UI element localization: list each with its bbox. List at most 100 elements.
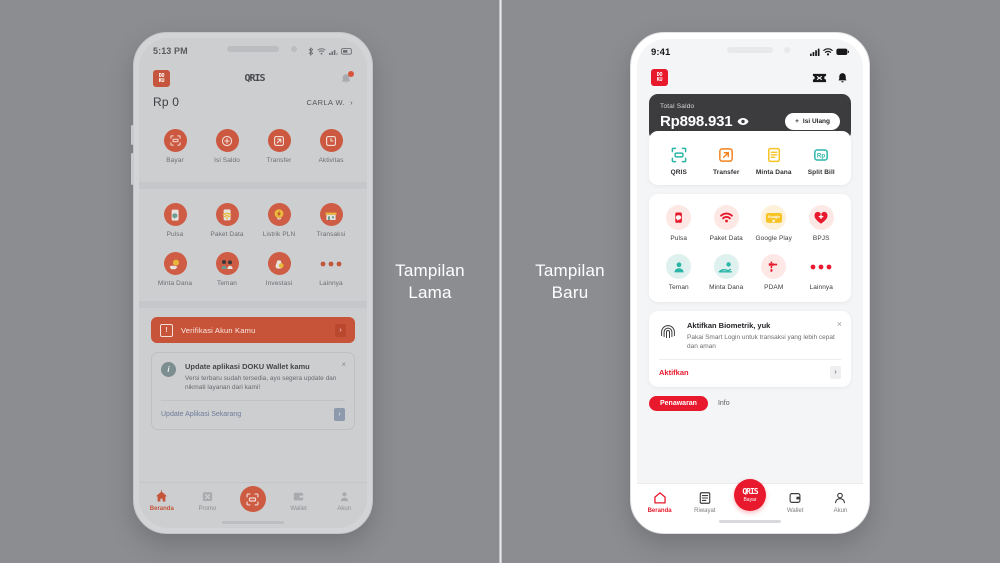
info-icon: i — [161, 362, 176, 377]
update-app-card: × i Update aplikasi DOKU Wallet kamu Ver… — [151, 352, 355, 430]
quick-action-minta-dana[interactable]: Minta Dana — [750, 145, 798, 176]
old-quick-action-isi-saldo[interactable]: Isi Saldo — [201, 129, 253, 164]
old-service-pulsa[interactable]: Pulsa — [149, 203, 201, 238]
old-nav-label: Wallet — [290, 506, 307, 512]
chevron-right-icon[interactable]: › — [335, 323, 346, 337]
old-service-label: Minta Dana — [157, 280, 193, 287]
service-google-play[interactable]: Google Google Play — [750, 205, 798, 242]
old-service-listrik-pln[interactable]: Listrik PLN — [253, 203, 305, 238]
service-pdam[interactable]: PDAM — [750, 254, 798, 291]
service-teman[interactable]: Teman — [655, 254, 703, 291]
old-nav-beranda[interactable]: Beranda — [139, 490, 185, 512]
service-lainnya[interactable]: Lainnya — [798, 254, 846, 291]
old-service-label: Transaksi — [316, 231, 346, 238]
tab-penawaran[interactable]: Penawaran — [649, 396, 708, 411]
old-quick-action-transfer[interactable]: Transfer — [253, 129, 305, 164]
invoice-icon — [764, 145, 783, 164]
old-service-investasi[interactable]: Investasi — [253, 252, 305, 287]
old-quick-action-aktivitas[interactable]: Aktivitas — [305, 129, 357, 164]
new-nav-beranda[interactable]: Beranda — [637, 491, 682, 514]
qris-logo-icon[interactable]: QRIS — [244, 73, 265, 84]
biometric-title: Aktifkan Biometrik, yuk — [687, 321, 771, 330]
quick-action-qris[interactable]: QRIS — [655, 145, 703, 176]
eye-icon[interactable] — [737, 117, 749, 126]
google-play-icon: Google — [761, 205, 787, 230]
hand-coin-icon — [163, 252, 187, 275]
notification-bell-icon[interactable] — [836, 71, 849, 85]
new-nav-akun[interactable]: Akun — [818, 491, 863, 514]
old-service-paket-data[interactable]: Paket Data — [201, 203, 253, 238]
old-service-transaksi[interactable]: Transaksi — [305, 203, 357, 238]
qr-scan-icon — [246, 492, 259, 506]
tab-info[interactable]: Info — [718, 400, 730, 407]
update-app-link[interactable]: Update Aplikasi Sekarang — [161, 411, 241, 418]
ellipsis-icon — [320, 252, 343, 275]
service-minta-dana[interactable]: Minta Dana — [703, 254, 751, 291]
verify-account-banner[interactable]: ! Verifikasi Akun Kamu › — [151, 317, 355, 343]
doku-logo-icon[interactable]: DO KU — [651, 69, 668, 86]
service-paket-data[interactable]: Paket Data — [703, 205, 751, 242]
old-service-label: Investasi — [265, 280, 293, 287]
old-nav-label: Promo — [198, 506, 217, 512]
old-balance-row: Rp 0 CARLA W. › — [139, 89, 367, 119]
close-icon[interactable]: × — [837, 319, 842, 329]
old-section-divider-2 — [139, 301, 367, 308]
old-status-time: 5:13 PM — [153, 46, 188, 56]
new-nav-riwayat[interactable]: Riwayat — [682, 491, 727, 514]
biometric-activate-link[interactable]: Aktifkan — [659, 368, 689, 377]
chevron-right-icon[interactable]: › — [830, 366, 841, 379]
old-quick-action-bayar[interactable]: Bayar — [149, 129, 201, 164]
old-statusbar: 5:13 PM — [139, 38, 367, 64]
volume-down-button[interactable] — [131, 153, 134, 185]
friends-icon — [215, 252, 239, 275]
new-camera-dot — [784, 47, 790, 53]
battery-icon — [836, 48, 849, 56]
notification-bell-icon[interactable] — [339, 70, 354, 86]
home-indicator — [222, 521, 284, 524]
close-icon[interactable]: × — [341, 360, 346, 369]
old-service-minta-dana[interactable]: Minta Dana — [149, 252, 201, 287]
qris-pay-fab[interactable]: QRIS Bayar — [734, 479, 766, 511]
quick-action-split-bill[interactable]: Rp Split Bill — [798, 145, 846, 176]
topup-button[interactable]: + Isi Ulang — [785, 113, 840, 130]
user-icon — [340, 492, 348, 502]
svg-text:Rp: Rp — [817, 152, 825, 159]
new-nav-wallet[interactable]: Wallet — [773, 491, 818, 514]
old-header: DO KU QRIS — [139, 64, 367, 89]
old-nav-wallet[interactable]: Wallet — [276, 490, 322, 512]
service-label: BPJS — [812, 235, 830, 242]
quick-action-transfer[interactable]: Transfer — [703, 145, 751, 176]
phone-old: 5:13 PM DO KU QRIS Rp 0 CARLA W. › Bayar… — [131, 32, 373, 534]
chevron-right-icon: › — [350, 97, 353, 107]
notification-dot — [348, 70, 354, 77]
verify-account-text: Verifikasi Akun Kamu — [181, 325, 256, 335]
new-status-icons — [810, 48, 849, 56]
old-nav-promo[interactable]: Promo — [185, 490, 231, 512]
friends-icon — [666, 254, 692, 279]
old-nav-bayar[interactable]: Bayar — [230, 486, 276, 512]
old-nav-akun[interactable]: Akun — [321, 490, 367, 512]
voucher-icon[interactable] — [812, 72, 827, 84]
update-app-description: Versi terbaru sudah tersedia, ayo segera… — [185, 375, 337, 391]
volume-up-button[interactable] — [131, 125, 134, 145]
old-section-divider — [139, 182, 367, 189]
old-services: Pulsa Paket Data Listrik PLN Transaksi M… — [139, 189, 367, 299]
plus-icon: + — [795, 118, 799, 125]
qris-logo-icon: QRIS — [742, 487, 758, 496]
service-bpjs[interactable]: BPJS — [798, 205, 846, 242]
doku-logo-icon[interactable]: DO KU — [153, 70, 170, 87]
old-user-switcher[interactable]: CARLA W. › — [306, 98, 353, 107]
old-quick-action-label: Aktivitas — [318, 157, 344, 164]
old-scan-fab[interactable] — [239, 486, 266, 512]
home-icon — [653, 492, 666, 504]
old-service-teman[interactable]: Teman — [201, 252, 253, 287]
arrow-up-right-icon — [267, 129, 291, 152]
phone-new-screen: 9:41 DO KU Total Saldo Rp898.931 + Isi U… — [637, 39, 863, 527]
old-speaker-notch — [227, 46, 279, 52]
service-pulsa[interactable]: Pulsa — [655, 205, 703, 242]
old-bottom-nav: Beranda Promo Bayar Wallet — [139, 482, 367, 528]
old-service-lainnya[interactable]: Lainnya — [305, 252, 357, 287]
chevron-right-icon[interactable]: › — [334, 408, 345, 421]
wifi-icon — [823, 48, 833, 56]
caption-new-line1: Tampilan — [535, 261, 605, 280]
